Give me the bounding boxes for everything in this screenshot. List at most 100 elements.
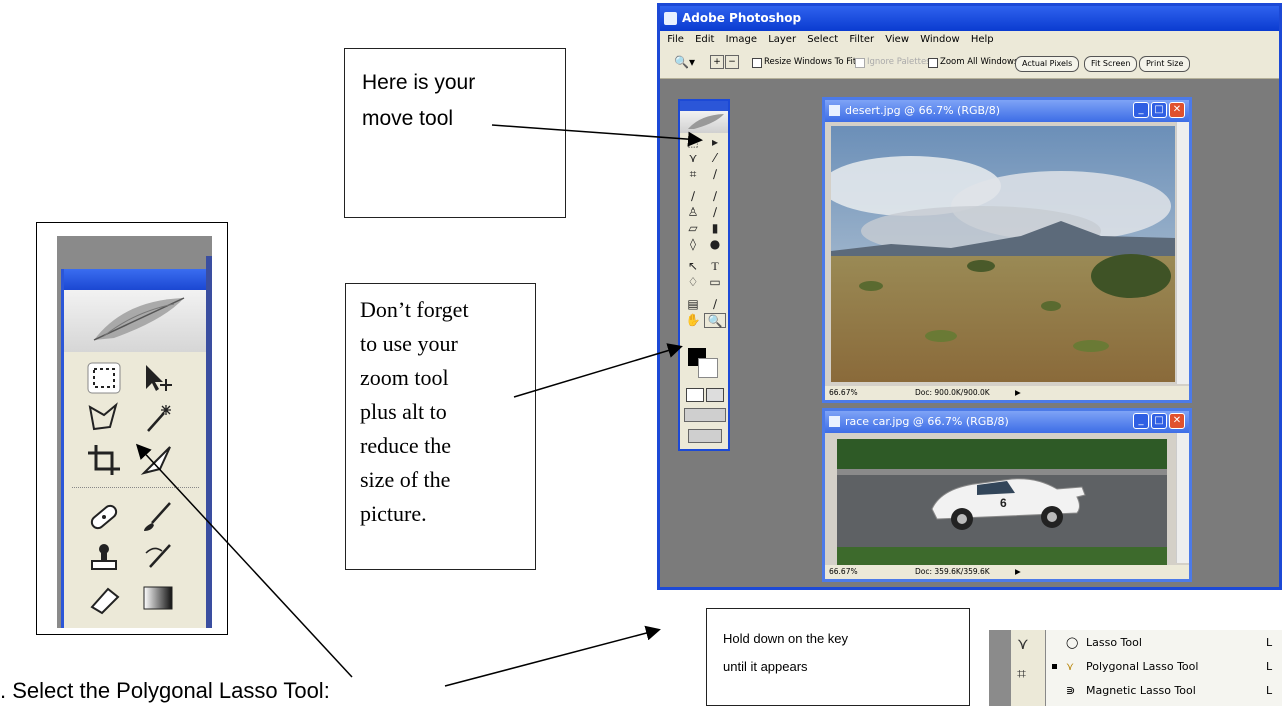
clone-stamp-icon[interactable] — [84, 541, 124, 577]
healing-brush-icon[interactable]: ∕ — [682, 189, 704, 204]
zoom-in-icon[interactable]: + — [710, 55, 724, 69]
menu-item-label: Lasso Tool — [1086, 636, 1142, 649]
brush-icon[interactable]: ∕ — [704, 189, 726, 204]
path-select-icon[interactable]: ↖ — [682, 259, 704, 274]
jump-to-imageready-icon[interactable] — [688, 429, 722, 443]
minimize-button[interactable]: _ — [1133, 413, 1149, 429]
callout-zoom-line: plus alt to — [360, 399, 447, 424]
magic-wand-icon[interactable]: ⁄ — [704, 151, 726, 166]
menu-help[interactable]: Help — [971, 31, 994, 48]
flyout-toolbar-strip: ⋎ ⌗ — [1011, 630, 1045, 706]
background-color-swatch[interactable] — [698, 358, 718, 378]
move-icon[interactable]: ▸ — [704, 135, 726, 150]
dodge-icon[interactable]: ● — [704, 237, 726, 252]
crop-icon[interactable]: ⌗ — [682, 167, 704, 182]
polygonal-lasso-icon[interactable] — [84, 401, 124, 437]
callout-zoom-tool: Don’t forget to use your zoom tool plus … — [345, 283, 536, 570]
slice-icon[interactable] — [138, 443, 178, 479]
status-menu-arrow-icon[interactable]: ▶ — [1015, 386, 1021, 400]
screen-mode-icon[interactable] — [684, 408, 726, 422]
healing-brush-icon[interactable] — [84, 499, 124, 535]
resize-windows-checkbox[interactable] — [752, 58, 762, 68]
notes-icon[interactable]: ▤ — [682, 297, 704, 312]
polygonal-lasso-icon[interactable]: ⋎ — [682, 151, 704, 166]
callout-zoom-line: reduce the — [360, 433, 451, 458]
eyedropper-icon[interactable]: ∕ — [704, 297, 726, 312]
actual-pixels-button[interactable]: Actual Pixels — [1015, 56, 1080, 72]
menu-window[interactable]: Window — [920, 31, 959, 48]
photoshop-logo-icon — [680, 111, 728, 133]
zoom-icon[interactable]: 🔍 — [704, 313, 726, 328]
callout-hold-key-line1: Hold down on the key — [723, 631, 849, 646]
menu-item-polygonal-lasso-tool[interactable]: ⋎ Polygonal Lasso Tool L — [1046, 656, 1282, 678]
minimize-button[interactable]: _ — [1133, 102, 1149, 118]
zoom-all-checkbox[interactable] — [928, 58, 938, 68]
type-icon[interactable]: T — [704, 259, 726, 274]
magic-wand-icon[interactable] — [138, 401, 178, 437]
document-scrollbar-vertical[interactable] — [1176, 433, 1189, 563]
document-titlebar-desert[interactable]: desert.jpg @ 66.7% (RGB/8) _ □ ✕ — [825, 100, 1189, 122]
eraser-icon[interactable] — [84, 581, 124, 617]
marquee-icon[interactable] — [84, 361, 124, 397]
quick-mask-mode-icon[interactable] — [706, 388, 724, 402]
menu-file[interactable]: File — [667, 31, 684, 48]
zoom-level[interactable]: 66.67% — [829, 386, 858, 400]
eraser-icon[interactable]: ▱ — [682, 221, 704, 236]
zoom-level[interactable]: 66.67% — [829, 565, 858, 579]
menu-item-lasso-tool[interactable]: ◯ Lasso Tool L — [1046, 632, 1282, 654]
menu-item-magnetic-lasso-tool[interactable]: ⋑ Magnetic Lasso Tool L — [1046, 680, 1282, 702]
toolbox-palette: ⬚ ▸ ⋎ ⁄ ⌗ ∕ ∕ ∕ ♙ ∕ ▱ ▮ ◊ ● ↖ T ♢ ▭ ▤ ∕ … — [678, 99, 730, 451]
polygonal-lasso-icon: ⋎ — [1017, 634, 1029, 653]
crop-icon: ⌗ — [1017, 664, 1027, 683]
toolbox-titlebar[interactable] — [680, 101, 728, 111]
history-brush-icon[interactable] — [138, 541, 178, 577]
hand-icon[interactable]: ✋ — [682, 313, 704, 328]
maximize-button[interactable]: □ — [1151, 413, 1167, 429]
menu-image[interactable]: Image — [726, 31, 757, 48]
zoom-out-icon[interactable]: − — [725, 55, 739, 69]
blur-icon[interactable]: ◊ — [682, 237, 704, 252]
close-button[interactable]: ✕ — [1169, 413, 1185, 429]
document-title-desert: desert.jpg @ 66.7% (RGB/8) — [845, 104, 1001, 117]
menu-bar: File Edit Image Layer Select Filter View… — [660, 31, 1279, 48]
menu-layer[interactable]: Layer — [768, 31, 796, 48]
arrow-to-zoom-tool — [513, 343, 683, 398]
zoomed-toolbox-background — [57, 236, 212, 628]
lasso-icon: ◯ — [1066, 636, 1079, 649]
menu-filter[interactable]: Filter — [849, 31, 874, 48]
menu-item-shortcut: L — [1266, 636, 1273, 649]
document-scrollbar-vertical[interactable] — [1176, 122, 1189, 384]
callout-hold-key-line2: until it appears — [723, 659, 808, 674]
lasso-flyout-menu: ◯ Lasso Tool L ⋎ Polygonal Lasso Tool L … — [1045, 630, 1282, 706]
fit-screen-button[interactable]: Fit Screen — [1084, 56, 1138, 72]
crop-icon[interactable] — [84, 443, 124, 479]
status-menu-arrow-icon[interactable]: ▶ — [1015, 565, 1021, 579]
lasso-flyout-crop: ⋎ ⌗ ◯ Lasso Tool L ⋎ Polygonal Lasso Too… — [989, 630, 1282, 706]
document-titlebar-race-car[interactable]: race car.jpg @ 66.7% (RGB/8) _ □ ✕ — [825, 411, 1189, 433]
menu-edit[interactable]: Edit — [695, 31, 714, 48]
callout-zoom-line: size of the — [360, 467, 451, 492]
zoom-all-label: Zoom All Windows — [940, 57, 1019, 67]
zoom-tool-preset-icon[interactable]: 🔍▾ — [674, 55, 695, 69]
history-brush-icon[interactable]: ∕ — [704, 205, 726, 220]
menu-select[interactable]: Select — [807, 31, 838, 48]
callout-zoom-line: Don’t forget — [360, 297, 469, 322]
shape-icon[interactable]: ▭ — [704, 275, 726, 290]
gradient-icon[interactable] — [138, 581, 178, 617]
quick-mask-standard-icon[interactable] — [686, 388, 704, 402]
slice-icon[interactable]: ∕ — [704, 167, 726, 182]
brush-icon[interactable] — [138, 499, 178, 535]
doc-size: Doc: 900.0K/900.0K — [915, 388, 990, 397]
marquee-icon[interactable]: ⬚ — [682, 135, 704, 150]
pen-icon[interactable]: ♢ — [682, 275, 704, 290]
print-size-button[interactable]: Print Size — [1139, 56, 1191, 72]
ignore-palettes-checkbox[interactable] — [855, 58, 865, 68]
menu-view[interactable]: View — [885, 31, 909, 48]
callout-move-tool-line1: Here is your — [362, 71, 476, 94]
close-button[interactable]: ✕ — [1169, 102, 1185, 118]
maximize-button[interactable]: □ — [1151, 102, 1167, 118]
gradient-icon[interactable]: ▮ — [704, 221, 726, 236]
callout-move-tool-line2: move tool — [362, 107, 454, 130]
move-icon[interactable] — [138, 361, 178, 397]
clone-stamp-icon[interactable]: ♙ — [682, 205, 704, 220]
